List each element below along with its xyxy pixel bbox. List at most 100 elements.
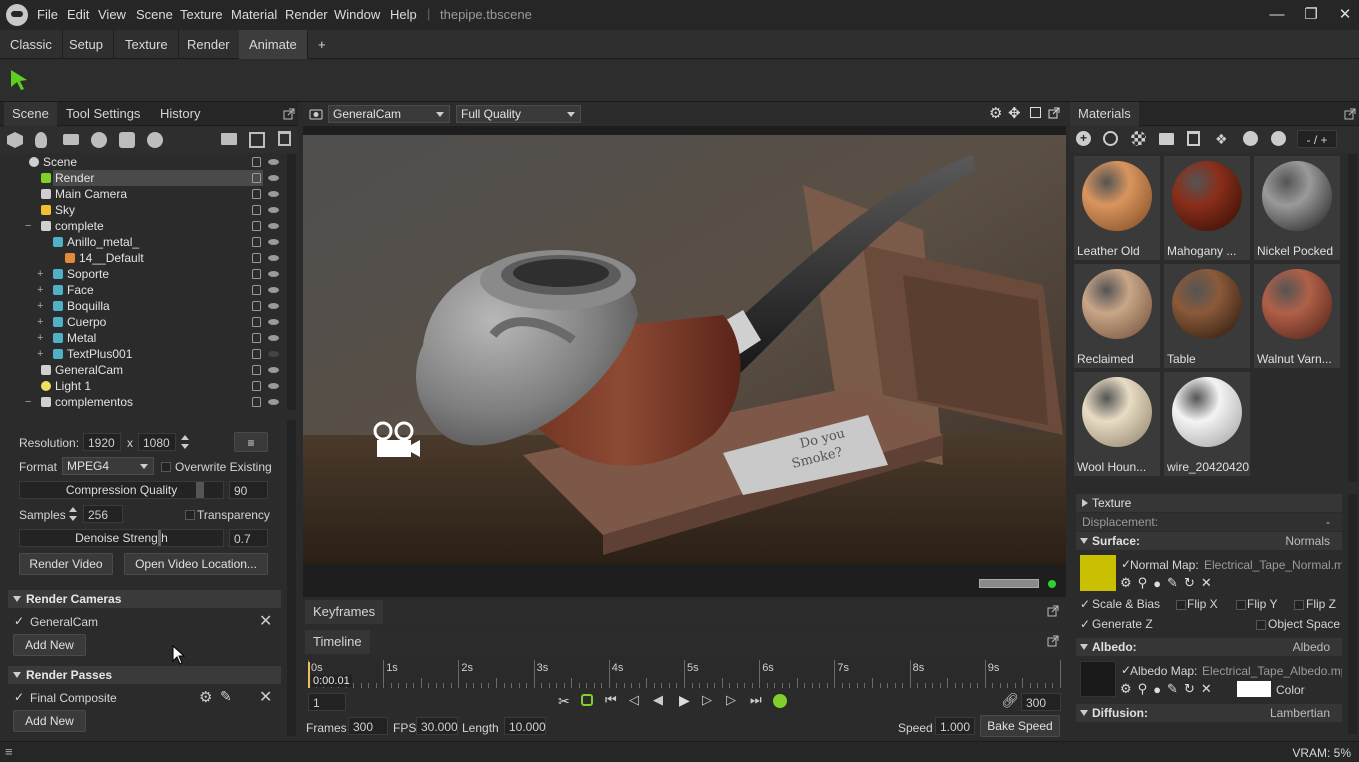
go-start-icon[interactable]: ⏮ bbox=[605, 692, 617, 708]
material-tile[interactable]: Reclaimed bbox=[1074, 264, 1160, 368]
menu-help[interactable]: Help bbox=[390, 7, 417, 22]
render-pass-item[interactable]: Final Composite bbox=[30, 691, 117, 705]
render-camera-item[interactable]: GeneralCam bbox=[30, 615, 98, 629]
menu-edit[interactable]: Edit bbox=[67, 7, 89, 22]
viewport-undock-icon[interactable] bbox=[1048, 107, 1060, 119]
texture-section-header[interactable]: Texture bbox=[1076, 494, 1342, 512]
diffusion-value[interactable]: Lambertian bbox=[1270, 704, 1330, 722]
scene-tree-item[interactable]: + Cuerpo bbox=[0, 314, 287, 330]
material-folder-icon[interactable] bbox=[1159, 133, 1174, 145]
visibility-eye-icon[interactable] bbox=[268, 335, 279, 341]
material-page-field[interactable]: - / + bbox=[1297, 130, 1337, 148]
tree-expand-icon[interactable]: + bbox=[37, 346, 43, 362]
normal-map-reload-icon[interactable]: ↻ bbox=[1184, 575, 1195, 591]
bake-speed-button[interactable]: Bake Speed bbox=[980, 715, 1060, 737]
normal-map-clear-icon[interactable]: ✕ bbox=[1201, 575, 1212, 591]
lock-icon[interactable] bbox=[252, 349, 261, 359]
tab-animate[interactable]: Animate bbox=[239, 30, 308, 59]
flip-z-checkbox[interactable] bbox=[1294, 600, 1304, 610]
lock-icon[interactable] bbox=[252, 301, 261, 311]
tab-render[interactable]: Render bbox=[177, 30, 241, 59]
compression-quality-handle[interactable] bbox=[196, 482, 204, 498]
material-tile[interactable]: Wool Houn... bbox=[1074, 372, 1160, 476]
generate-z-check-icon[interactable]: ✓ bbox=[1080, 617, 1090, 631]
normal-map-swatch[interactable] bbox=[1080, 555, 1116, 591]
go-end-icon[interactable]: ⏭ bbox=[750, 692, 762, 708]
cut-icon[interactable]: ✂ bbox=[558, 693, 570, 710]
end-frame-input[interactable]: 300 bbox=[1021, 693, 1061, 711]
albedo-value[interactable]: Albedo bbox=[1293, 638, 1330, 656]
render-settings-scrollbar[interactable] bbox=[287, 420, 296, 736]
scene-tree-item[interactable]: Sky bbox=[0, 202, 287, 218]
maximize-icon[interactable]: ❐ bbox=[1301, 6, 1321, 24]
resolution-stepper-icon[interactable] bbox=[180, 434, 190, 450]
displacement-row[interactable]: Displacement: - bbox=[1076, 513, 1342, 531]
current-frame-input[interactable]: 1 bbox=[308, 693, 346, 711]
duplicate-icon[interactable] bbox=[249, 132, 265, 148]
scene-tree-item[interactable]: Anillo_metal_ bbox=[0, 234, 287, 250]
render-passes-header[interactable]: Render Passes bbox=[8, 666, 281, 684]
viewport-settings-gear-icon[interactable]: ⚙ bbox=[989, 104, 1002, 122]
lock-icon[interactable] bbox=[252, 365, 261, 375]
add-shape-icon[interactable] bbox=[119, 132, 135, 148]
status-menu-icon[interactable]: ≡ bbox=[5, 744, 13, 759]
remove-pass-icon[interactable]: ✕ bbox=[259, 687, 272, 707]
visibility-eye-icon[interactable] bbox=[268, 367, 279, 373]
tree-expand-icon[interactable]: − bbox=[25, 394, 31, 410]
viewport-pan-icon[interactable]: ✥ bbox=[1008, 104, 1021, 122]
open-video-location-button[interactable]: Open Video Location... bbox=[124, 553, 268, 575]
samples-input[interactable]: 256 bbox=[83, 505, 123, 523]
lock-icon[interactable] bbox=[252, 205, 261, 215]
tab-timeline[interactable]: Timeline bbox=[305, 630, 370, 654]
tree-expand-icon[interactable]: + bbox=[37, 298, 43, 314]
scene-tree-item[interactable]: Light 1 bbox=[0, 378, 287, 394]
frames-input[interactable]: 300 bbox=[348, 717, 388, 735]
visibility-eye-icon[interactable] bbox=[268, 271, 279, 277]
normal-map-search-icon[interactable]: ⚲ bbox=[1138, 575, 1148, 591]
denoise-strength-handle[interactable] bbox=[158, 530, 161, 546]
denoise-strength-input[interactable]: 0.7 bbox=[229, 529, 268, 547]
lock-icon[interactable] bbox=[252, 285, 261, 295]
flip-x-checkbox[interactable] bbox=[1176, 600, 1186, 610]
add-light-icon[interactable] bbox=[35, 132, 47, 148]
resolution-width-input[interactable]: 1920 bbox=[83, 433, 121, 451]
delete-material-icon[interactable] bbox=[1187, 131, 1200, 146]
scene-tree-scrollbar[interactable] bbox=[287, 154, 296, 410]
lock-icon[interactable] bbox=[252, 317, 261, 327]
checker-icon[interactable] bbox=[1131, 131, 1146, 146]
albedo-map-reload-icon[interactable]: ↻ bbox=[1184, 681, 1195, 697]
albedo-map-file[interactable]: Electrical_Tape_Albedo.mp bbox=[1202, 664, 1342, 678]
visibility-eye-icon[interactable] bbox=[268, 159, 279, 165]
tab-classic[interactable]: Classic bbox=[0, 30, 63, 59]
add-material-icon[interactable] bbox=[147, 132, 163, 148]
visibility-eye-icon[interactable] bbox=[268, 399, 279, 405]
next-key-icon[interactable]: ▷ bbox=[726, 692, 736, 708]
loop-icon[interactable] bbox=[581, 694, 593, 706]
surface-section-header[interactable]: Surface: Normals bbox=[1076, 532, 1342, 550]
add-material-button-icon[interactable]: + bbox=[1076, 131, 1091, 146]
playhead[interactable] bbox=[308, 662, 310, 688]
material-picker-icon[interactable] bbox=[1243, 131, 1258, 146]
render-video-button[interactable]: Render Video bbox=[19, 553, 113, 575]
menu-view[interactable]: View bbox=[98, 7, 126, 22]
close-icon[interactable]: ✕ bbox=[1335, 6, 1355, 24]
camera-select[interactable]: GeneralCam bbox=[328, 105, 450, 123]
resolution-presets-button[interactable]: ≡ bbox=[234, 432, 268, 452]
normal-map-file[interactable]: Electrical_Tape_Normal.m bbox=[1204, 558, 1342, 572]
undock-icon[interactable] bbox=[283, 108, 295, 120]
tab-setup[interactable]: Setup bbox=[59, 30, 114, 59]
visibility-eye-icon[interactable] bbox=[268, 207, 279, 213]
scene-tree-item[interactable]: + Soporte bbox=[0, 266, 287, 282]
lock-icon[interactable] bbox=[252, 237, 261, 247]
scene-tree-item[interactable]: 14__Default bbox=[0, 250, 287, 266]
add-sky-icon[interactable] bbox=[91, 132, 107, 148]
visibility-eye-icon[interactable] bbox=[268, 175, 279, 181]
material-tile[interactable]: Table bbox=[1164, 264, 1250, 368]
diffusion-section-header[interactable]: Diffusion: Lambertian bbox=[1076, 704, 1342, 722]
visibility-eye-icon[interactable] bbox=[268, 319, 279, 325]
transparency-checkbox[interactable] bbox=[185, 510, 195, 520]
step-forward-icon[interactable]: ▷ bbox=[702, 692, 712, 708]
visibility-eye-icon[interactable] bbox=[268, 223, 279, 229]
visibility-eye-icon[interactable] bbox=[268, 303, 279, 309]
lock-icon[interactable] bbox=[252, 269, 261, 279]
